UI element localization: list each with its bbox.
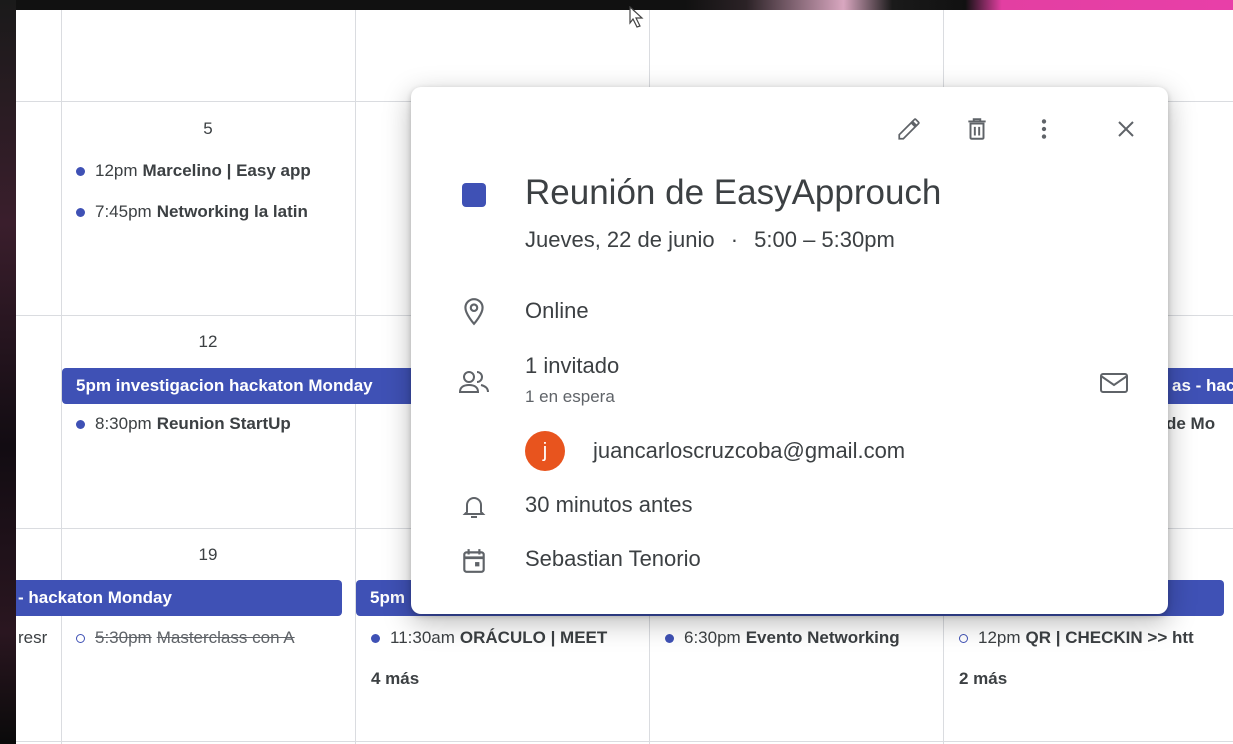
pencil-icon (898, 118, 920, 140)
mouse-cursor-icon (628, 5, 646, 33)
guests-status: 1 en espera (525, 387, 615, 406)
background-decoration-top (16, 0, 1233, 10)
close-button[interactable] (1106, 109, 1146, 149)
grid-line (16, 741, 1233, 742)
guest-email[interactable]: juancarloscruzcoba@gmail.com (593, 438, 905, 464)
separator: · (730, 227, 739, 252)
calendar-event[interactable]: 5:30pm Masterclass con A (76, 626, 344, 650)
event-title: Evento Networking (745, 628, 900, 647)
calendar-event[interactable]: 11:30am ORÁCULO | MEET (371, 626, 638, 650)
event-time: 5:00 – 5:30pm (754, 227, 895, 252)
event-title: resr (18, 628, 48, 647)
event-title: de Mo (1166, 414, 1216, 433)
event-title: Marcelino | Easy app (142, 161, 311, 180)
calendar-event[interactable]: 12pm Marcelino | Easy app (76, 159, 344, 183)
calendar-event[interactable]: 8:30pm Reunion StartUp (76, 412, 344, 436)
event-dot-icon (76, 419, 85, 429)
event-title: QR | CHECKIN >> htt (1025, 628, 1194, 647)
event-time: 12pm (95, 161, 138, 180)
multiday-event-bar[interactable]: - hackaton Monday (16, 580, 342, 616)
trash-icon (968, 118, 986, 140)
more-events-link[interactable]: 2 más (959, 669, 1007, 689)
event-dot-icon (371, 633, 380, 643)
calendar-event[interactable]: 6:30pm Evento Networking (665, 626, 931, 650)
guests-icon (457, 365, 491, 399)
event-time: 12pm (978, 628, 1021, 647)
calendar-event[interactable]: resr (18, 626, 58, 650)
close-icon (1118, 121, 1134, 137)
event-time: 11:30am (390, 628, 455, 647)
event-organizer: Sebastian Tenorio (525, 546, 701, 571)
day-number[interactable]: 5 (178, 119, 238, 139)
event-title: Networking la latin (156, 202, 308, 221)
event-title: Masterclass con A (156, 628, 295, 647)
event-color-indicator (462, 183, 486, 207)
event-dot-icon (959, 633, 968, 643)
event-dot-icon (76, 166, 85, 176)
event-datetime: Jueves, 22 de junio · 5:00 – 5:30pm (525, 227, 895, 253)
mail-icon (1100, 373, 1128, 393)
calendar-icon (457, 544, 491, 578)
event-time: 5:30pm (95, 628, 152, 647)
calendar-event[interactable]: 12pm QR | CHECKIN >> htt (959, 626, 1225, 650)
more-options-button[interactable] (1024, 109, 1064, 149)
event-title: ORÁCULO | MEET (459, 628, 608, 647)
calendar-event[interactable]: de Mo (1166, 412, 1226, 436)
multiday-event-bar[interactable]: 5pm investigacion hackaton Monday (62, 368, 422, 404)
delete-button[interactable] (957, 109, 997, 149)
background-decoration-left (0, 0, 16, 744)
event-date: Jueves, 22 de junio (525, 227, 715, 252)
location-icon (457, 295, 491, 329)
bell-icon (457, 490, 491, 524)
event-title: Reunion StartUp (156, 414, 291, 433)
guests-count: 1 invitado (525, 353, 620, 378)
event-dot-icon (76, 633, 85, 643)
event-detail-popup: Reunión de EasyApprouch Jueves, 22 de ju… (411, 87, 1168, 614)
email-guests-button[interactable] (1094, 363, 1134, 403)
event-time: 6:30pm (684, 628, 741, 647)
event-time: 7:45pm (95, 202, 152, 221)
day-number[interactable]: 19 (178, 545, 238, 565)
multiday-event-bar[interactable]: as - hac (1166, 368, 1233, 404)
event-location: Online (525, 298, 589, 323)
event-reminder: 30 minutos antes (525, 492, 693, 517)
calendar-event[interactable]: 7:45pm Networking la latin (76, 200, 344, 224)
event-dot-icon (76, 207, 85, 217)
more-events-link[interactable]: 4 más (371, 669, 419, 689)
event-title: Reunión de EasyApprouch (525, 173, 942, 212)
edit-button[interactable] (889, 109, 929, 149)
guest-avatar: j (525, 431, 565, 471)
event-dot-icon (665, 633, 674, 643)
day-number[interactable]: 12 (178, 332, 238, 352)
event-time: 8:30pm (95, 414, 152, 433)
more-vert-icon (1041, 119, 1047, 139)
